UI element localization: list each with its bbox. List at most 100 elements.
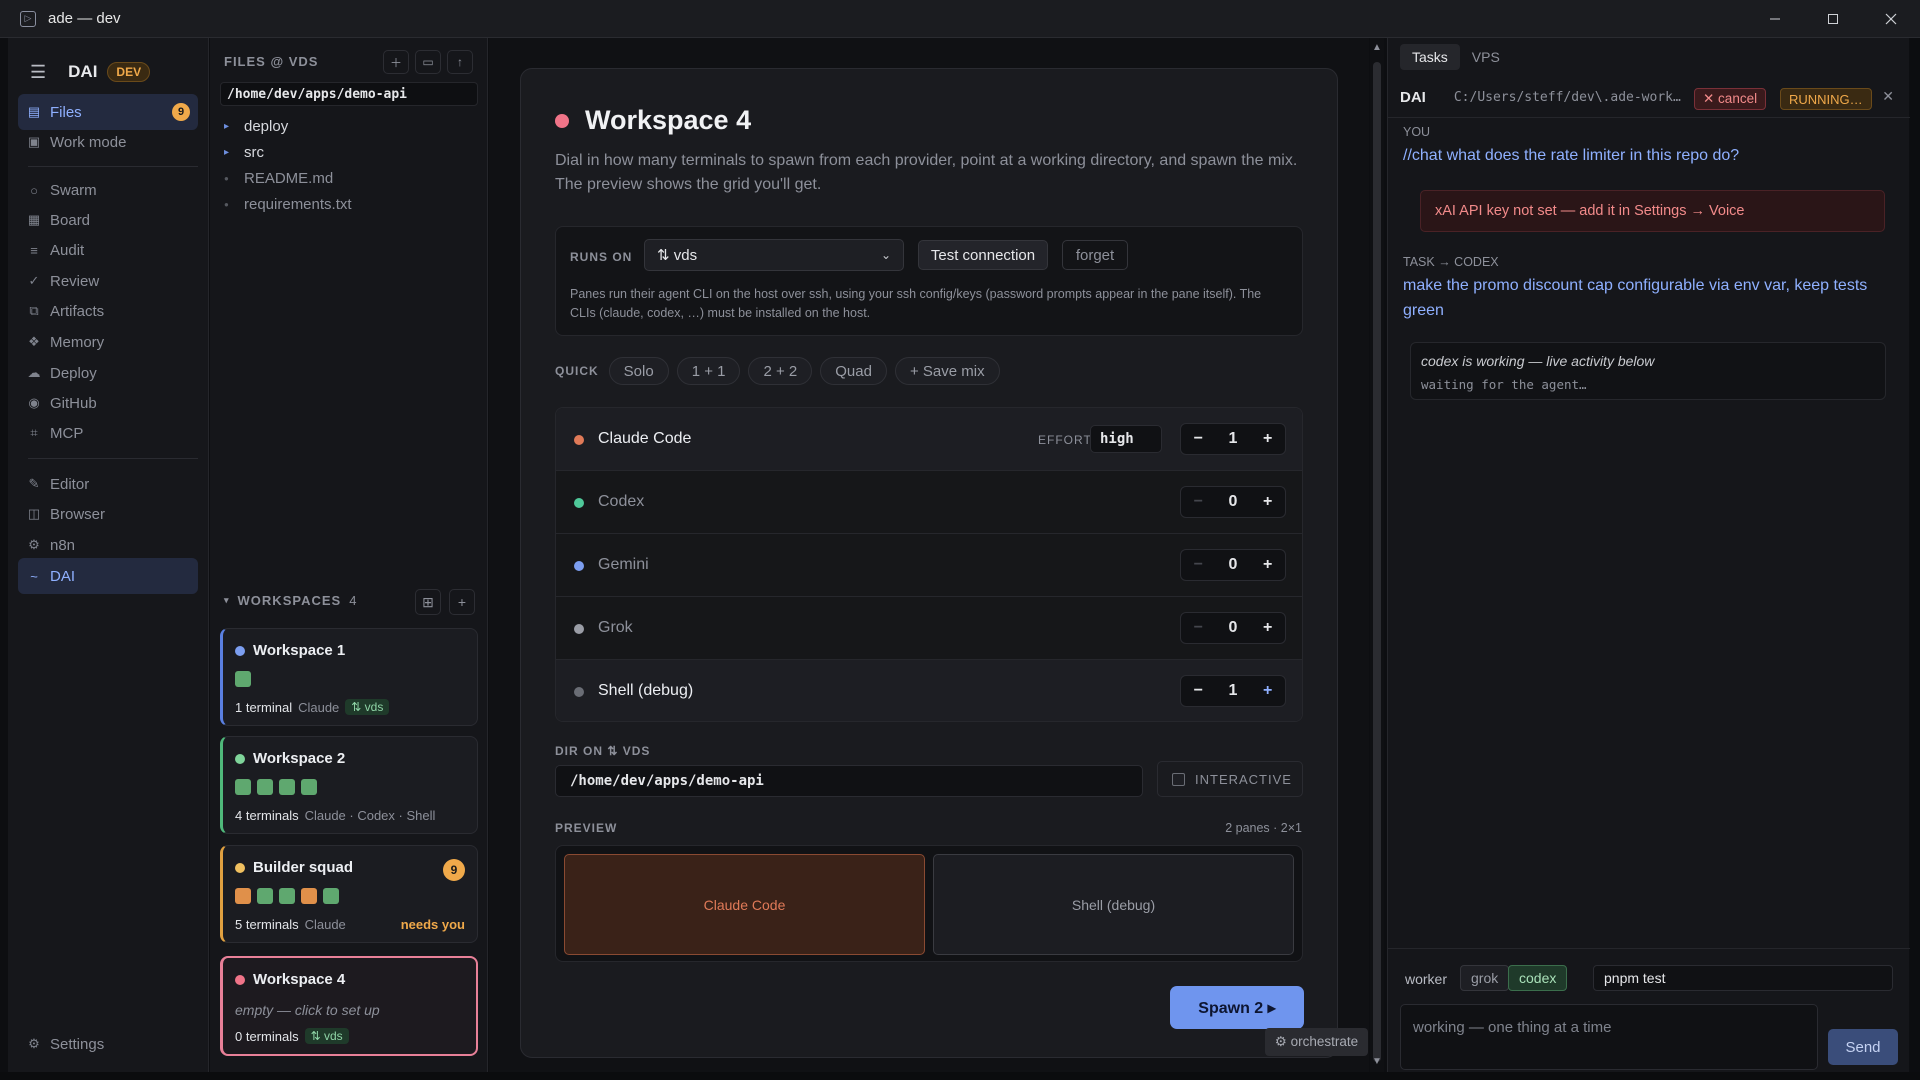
browser-icon: ◫: [27, 506, 41, 521]
tab-tasks[interactable]: Tasks: [1400, 44, 1460, 70]
up-arrow-icon[interactable]: ↑: [447, 50, 473, 74]
scrollbar-thumb[interactable]: [1373, 62, 1381, 1062]
workspace-card-builder-squad[interactable]: Builder squad 9 5 terminals Claude needs …: [220, 845, 478, 943]
increment-button[interactable]: +: [1250, 556, 1285, 574]
directory-input[interactable]: /home/dev/apps/demo-api: [555, 765, 1143, 797]
host-select[interactable]: ⇅ vds ⌄: [644, 239, 904, 271]
add-workspace-button[interactable]: +: [449, 589, 475, 615]
sidebar-item-settings[interactable]: ⚙ Settings: [18, 1026, 198, 1062]
provider-row-claude: Claude Code EFFORT high −1 +: [556, 408, 1302, 471]
orchestrate-button[interactable]: ⚙ orchestrate: [1265, 1028, 1368, 1056]
interactive-toggle[interactable]: INTERACTIVE: [1157, 761, 1303, 797]
status-dot: [235, 754, 245, 764]
tasks-panel: Tasks VPS DAI C:/Users/steff/dev\.ade-wo…: [1387, 38, 1910, 1072]
provider-name: Claude Code: [598, 430, 692, 447]
decrement-button[interactable]: −: [1181, 682, 1216, 700]
terminal-square: [323, 888, 339, 904]
providers-text: Claude · Codex · Shell: [304, 808, 436, 823]
files-header: FILES @ VDS: [224, 54, 319, 69]
preset-1-1[interactable]: 1 + 1: [676, 357, 741, 385]
tab-vps[interactable]: VPS: [1460, 44, 1512, 70]
scroll-up-icon[interactable]: ▲: [1372, 42, 1382, 53]
env-badge: DEV: [107, 62, 151, 82]
new-folder-icon[interactable]: ▭: [415, 50, 441, 74]
quick-label: QUICK: [555, 364, 599, 378]
new-file-icon[interactable]: ＋: [383, 50, 409, 74]
increment-button[interactable]: +: [1250, 430, 1285, 448]
increment-button[interactable]: +: [1250, 493, 1285, 511]
preset-2-2[interactable]: 2 + 2: [748, 357, 813, 385]
decrement-button[interactable]: −: [1181, 619, 1216, 637]
workspace-name: Workspace 4: [253, 971, 346, 988]
spawn-button[interactable]: Spawn 2 ▸: [1170, 986, 1304, 1029]
workspace-name: Builder squad: [253, 859, 354, 876]
sidebar-item-label: Settings: [50, 1035, 105, 1053]
preset-quad[interactable]: Quad: [820, 357, 887, 385]
minimize-button[interactable]: [1746, 0, 1804, 38]
increment-button[interactable]: +: [1250, 619, 1285, 637]
provider-row-codex: Codex −0 +: [556, 471, 1302, 534]
sidebar-item-label: Work mode: [50, 133, 127, 151]
increment-button[interactable]: +: [1250, 682, 1285, 700]
grid-view-icon[interactable]: ⊞: [415, 589, 441, 615]
tree-folder-src[interactable]: ▸ src: [224, 144, 264, 161]
forget-button[interactable]: forget: [1062, 240, 1128, 270]
workspace-card-4[interactable]: Workspace 4 empty — click to set up 0 te…: [220, 956, 478, 1056]
scrollbar[interactable]: ▲ ▼: [1370, 38, 1384, 1072]
workspaces-header[interactable]: ▾ WORKSPACES 4: [224, 593, 356, 608]
checkbox[interactable]: [1172, 772, 1185, 786]
sidebar-item-label: DAI: [50, 567, 76, 585]
cloud-icon: ☁: [27, 365, 41, 380]
decrement-button[interactable]: −: [1181, 430, 1216, 448]
tree-file-readme[interactable]: ● README.md: [224, 170, 333, 187]
tree-label: requirements.txt: [244, 196, 352, 213]
workspace-setup-panel: Workspace 4 Dial in how many terminals t…: [520, 68, 1338, 1058]
provider-dot: [574, 687, 584, 697]
test-connection-button[interactable]: Test connection: [918, 240, 1048, 270]
cancel-button[interactable]: ✕ cancel: [1694, 88, 1767, 110]
command-input[interactable]: pnpm test: [1593, 965, 1893, 991]
n8n-icon: ⚙: [28, 537, 40, 552]
check-icon: ✓: [28, 273, 40, 288]
brand-name: DAI: [68, 62, 98, 81]
quantity-stepper: −0 +: [1180, 486, 1286, 518]
app-icon: ▷: [20, 10, 36, 27]
workspace-card-2[interactable]: Workspace 2 4 terminals Claude · Codex · …: [220, 736, 478, 834]
effort-select[interactable]: high: [1090, 425, 1162, 453]
work-mode-icon: ▣: [27, 134, 41, 149]
workspace-card-1[interactable]: Workspace 1 1 terminal Claude ⇅ vds: [220, 628, 478, 726]
sidebar-item-dai[interactable]: ~ DAI: [18, 558, 198, 594]
maximize-button[interactable]: [1804, 0, 1862, 38]
save-mix-button[interactable]: + Save mix: [894, 357, 1000, 385]
bullet-icon: ●: [224, 174, 229, 183]
title-bar: ▷ ade — dev: [0, 0, 1920, 38]
sidebar-item-label: Board: [50, 211, 91, 229]
sidebar-item-label: Swarm: [50, 181, 97, 199]
preset-solo[interactable]: Solo: [608, 357, 669, 385]
sidebar-item-work-mode[interactable]: ▣ Work mode: [18, 124, 198, 160]
scroll-down-icon[interactable]: ▼: [1372, 1056, 1382, 1067]
status-badge: RUNNING…: [1780, 88, 1872, 110]
preview-pane-shell: Shell (debug): [933, 854, 1294, 955]
status-dot: [555, 113, 569, 128]
activity-title: codex is working — live activity below: [1421, 353, 1655, 369]
close-icon[interactable]: ✕: [1882, 88, 1894, 105]
tree-file-requirements[interactable]: ● requirements.txt: [224, 196, 352, 213]
attention-badge: 9: [443, 859, 465, 881]
send-button[interactable]: Send: [1828, 1029, 1898, 1065]
message-input[interactable]: working — one thing at a time: [1400, 1004, 1818, 1070]
close-window-button[interactable]: [1862, 0, 1920, 38]
files-path[interactable]: /home/dev/apps/demo-api: [220, 82, 478, 106]
worker-grok-button[interactable]: grok: [1460, 965, 1510, 991]
tree-folder-deploy[interactable]: ▸ deploy: [224, 118, 288, 135]
decrement-button[interactable]: −: [1181, 556, 1216, 574]
menu-icon[interactable]: ☰: [30, 62, 46, 83]
decrement-button[interactable]: −: [1181, 493, 1216, 511]
provider-row-shell: Shell (debug) −1 +: [556, 660, 1302, 721]
bullet-icon: ●: [224, 200, 229, 209]
worker-codex-button[interactable]: codex: [1508, 965, 1568, 991]
sidebar-item-mcp[interactable]: ⌗ MCP: [18, 415, 198, 451]
task-header: DAI C:/Users/steff/dev\.ade-work… ✕ canc…: [1388, 78, 1910, 118]
terminal-square: [235, 671, 251, 687]
preview-label: PREVIEW: [555, 821, 618, 835]
